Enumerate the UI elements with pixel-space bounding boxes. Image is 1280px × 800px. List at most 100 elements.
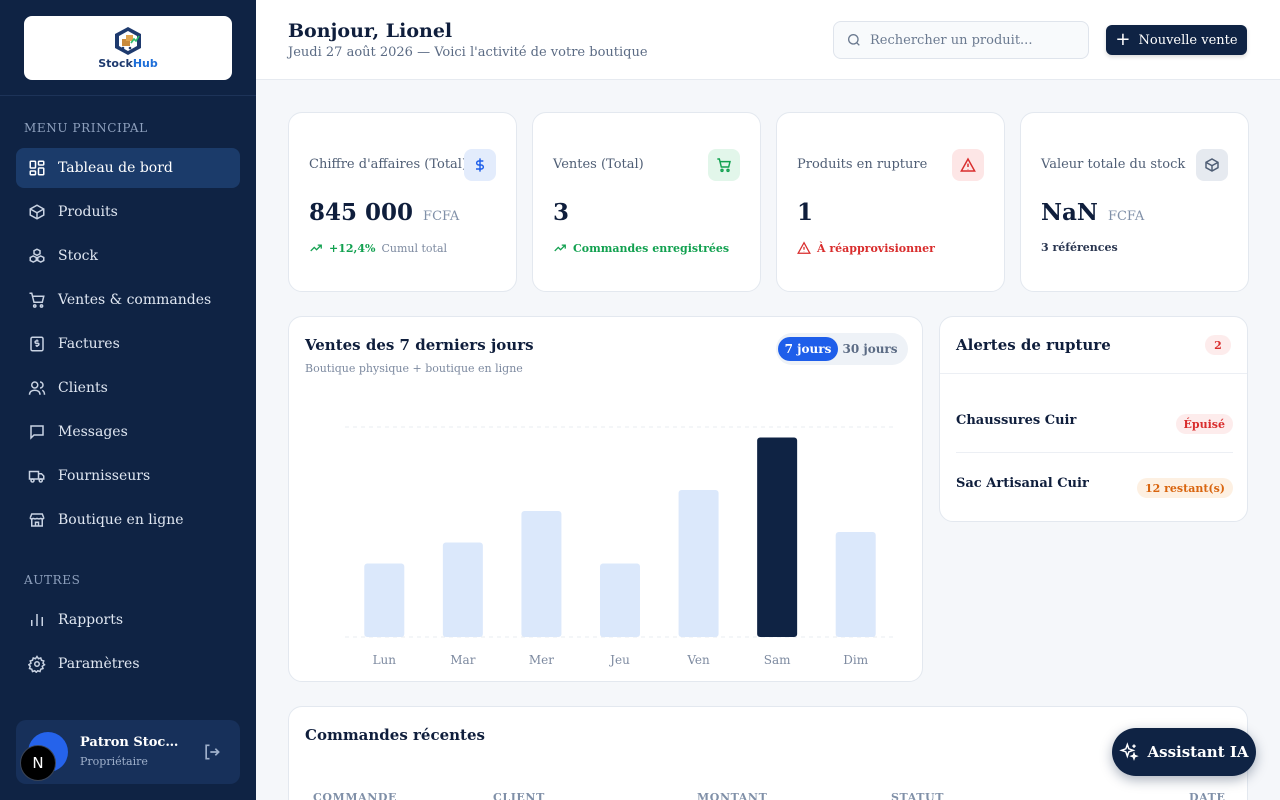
box-icon: [29, 204, 45, 220]
truck-icon: [28, 470, 45, 483]
bar-jeu[interactable]: [600, 563, 640, 638]
sidebar-item-clients[interactable]: Clients: [16, 368, 240, 408]
chart-subtitle: Boutique physique + boutique en ligne: [305, 362, 523, 375]
box-icon: [1196, 149, 1228, 181]
bar-ven[interactable]: [678, 490, 719, 637]
message-icon: [30, 425, 44, 440]
dashboard-icon: [29, 160, 45, 176]
cart-icon: [29, 292, 45, 308]
period-toggle: 7 jours 30 jours: [776, 333, 908, 365]
logout-icon[interactable]: [202, 742, 222, 762]
warning-icon: [952, 149, 984, 181]
x-tick-label-lun: Lun: [373, 653, 397, 667]
stock-alerts-panel: Alertes de rupture 2 Chaussures Cuir Épu…: [939, 316, 1248, 522]
search-input[interactable]: [870, 32, 1070, 48]
column-header-amount[interactable]: MONTANT: [697, 791, 767, 800]
alert-item[interactable]: Chaussures Cuir Épuisé: [956, 391, 1233, 453]
alert-item[interactable]: Sac Artisanal Cuir 12 restant(s): [956, 454, 1233, 516]
sidebar-item-online-store[interactable]: Boutique en ligne: [16, 500, 240, 540]
kpi-card-stock-value: Valeur totale du stock NaN FCFA 3 référe…: [1020, 112, 1249, 292]
bar-lun[interactable]: [364, 563, 405, 638]
sidebar-item-label: Tableau de bord: [58, 160, 173, 176]
orders-title: Commandes récentes: [305, 726, 485, 744]
sidebar-item-label: Messages: [58, 424, 128, 440]
x-tick-label-mer: Mer: [529, 653, 554, 667]
period-30-days-button[interactable]: 30 jours: [838, 337, 902, 361]
bar-mar[interactable]: [442, 542, 483, 638]
sidebar-item-label: Factures: [58, 336, 120, 352]
sidebar-item-label: Stock: [58, 248, 98, 264]
dollar-icon: [464, 149, 496, 181]
alert-product-name: Sac Artisanal Cuir: [956, 476, 1089, 491]
search-icon: [848, 34, 860, 46]
status-badge: Épuisé: [1175, 414, 1233, 434]
chart-title: Ventes des 7 derniers jours: [305, 336, 534, 354]
kpi-title: Ventes (Total): [553, 157, 644, 172]
stock-boxes-icon: [29, 248, 45, 263]
x-tick-label-jeu: Jeu: [608, 653, 630, 667]
trend-up-icon: [554, 244, 566, 252]
gear-icon: [28, 655, 46, 673]
status-badge: 12 restant(s): [1136, 478, 1233, 498]
brand-name: StockHub: [98, 57, 158, 70]
ai-assistant-button[interactable]: Assistant IA: [1112, 728, 1256, 776]
sidebar-item-label: Fournisseurs: [58, 468, 151, 484]
sidebar-item-reports[interactable]: Rapports: [16, 600, 240, 640]
sidebar-item-label: Produits: [58, 204, 118, 220]
sidebar-item-label: Rapports: [58, 612, 124, 628]
column-header-status[interactable]: STATUT: [891, 791, 944, 800]
sidebar-item-label: Ventes & commandes: [58, 292, 212, 308]
column-header-order[interactable]: COMMANDE: [313, 791, 397, 800]
cart-icon: [708, 149, 740, 181]
sidebar-item-label: Clients: [58, 380, 108, 396]
assistant-label: Assistant IA: [1147, 743, 1249, 761]
plus-icon: +: [1115, 29, 1131, 50]
bar-mer[interactable]: [521, 511, 562, 637]
sidebar-item-sales-orders[interactable]: Ventes & commandes: [16, 280, 240, 320]
sidebar-item-suppliers[interactable]: Fournisseurs: [16, 456, 240, 496]
kpi-footer: +12,4% Cumul total: [309, 241, 447, 255]
sidebar-item-invoices[interactable]: Factures: [16, 324, 240, 364]
top-header: Bonjour, Lionel Jeudi 27 août 2026 — Voi…: [256, 0, 1280, 80]
alerts-header: Alertes de rupture 2: [940, 317, 1247, 374]
sidebar-item-messages[interactable]: Messages: [16, 412, 240, 452]
x-tick-label-ven: Ven: [686, 653, 710, 667]
kpi-value: 1: [797, 199, 814, 226]
kpi-value: NaN FCFA: [1041, 199, 1145, 226]
kpi-value: 845 000 FCFA: [309, 199, 460, 226]
sidebar-item-stock[interactable]: Stock: [16, 236, 240, 276]
column-header-client[interactable]: CLIENT: [493, 791, 545, 800]
x-tick-label-mar: Mar: [450, 653, 475, 667]
alert-product-name: Chaussures Cuir: [956, 413, 1077, 428]
sidebar-item-dashboard[interactable]: Tableau de bord: [16, 148, 240, 188]
x-tick-label-sam: Sam: [764, 653, 791, 667]
sidebar-item-settings[interactable]: Paramètres: [16, 644, 240, 684]
sidebar-item-products[interactable]: Produits: [16, 192, 240, 232]
new-sale-label: Nouvelle vente: [1138, 32, 1238, 48]
brand-logo[interactable]: StockHub: [24, 16, 232, 80]
kpi-footer: À réapprovisionner: [797, 241, 935, 255]
invoice-icon: [30, 336, 44, 352]
chart-icon: [31, 614, 43, 626]
dev-indicator-badge[interactable]: N: [20, 745, 56, 781]
sidebar: StockHub MENU PRINCIPAL Tableau de bord …: [0, 0, 256, 800]
kpi-title: Chiffre d'affaires (Total): [309, 157, 468, 172]
alerts-count-badge: 2: [1205, 335, 1231, 355]
column-header-date[interactable]: DATE: [1189, 791, 1225, 800]
trend-up-icon: [310, 244, 322, 252]
sidebar-item-label: Paramètres: [58, 656, 140, 672]
menu-section-title: MENU PRINCIPAL: [24, 121, 148, 135]
sidebar-item-label: Boutique en ligne: [58, 512, 184, 528]
bar-dim[interactable]: [835, 532, 876, 637]
page-title: Bonjour, Lionel: [288, 20, 453, 42]
stockhub-logo-icon: [115, 27, 141, 55]
kpi-footer: Commandes enregistrées: [553, 241, 729, 255]
kpi-title: Produits en rupture: [797, 157, 928, 172]
new-sale-button[interactable]: + Nouvelle vente: [1106, 25, 1247, 55]
kpi-card-revenue: Chiffre d'affaires (Total) 845 000 FCFA …: [288, 112, 517, 292]
search-box[interactable]: [833, 21, 1089, 59]
bar-sam[interactable]: [757, 437, 798, 638]
page-subtitle: Jeudi 27 août 2026 — Voici l'activité de…: [288, 45, 648, 60]
x-tick-label-dim: Dim: [843, 653, 868, 667]
period-7-days-button[interactable]: 7 jours: [778, 337, 838, 361]
